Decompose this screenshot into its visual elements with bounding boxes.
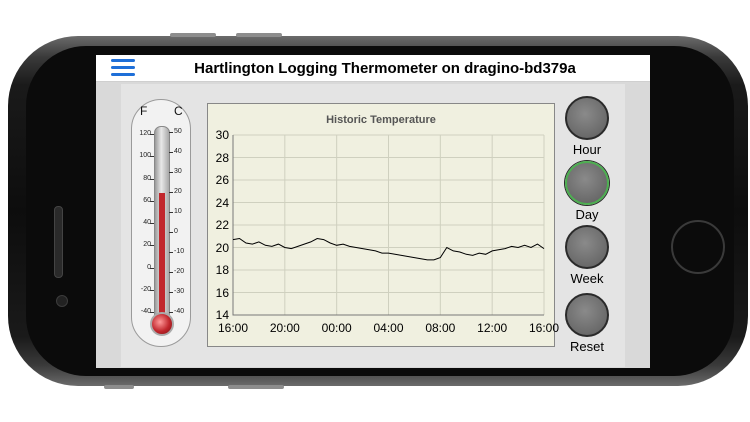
celsius-label: C [174,104,183,118]
thermometer-tube [154,126,170,324]
celsius-tick [169,272,173,273]
fahrenheit-tick-label: 40 [143,219,151,227]
celsius-tick-label: 0 [174,228,178,235]
fahrenheit-tick-label: 120 [139,130,151,138]
y-tick-label: 14 [215,308,229,322]
x-tick-label: 12:00 [477,321,508,335]
x-tick-label: 16:00 [217,321,249,335]
celsius-tick [169,292,173,293]
y-tick-label: 26 [215,173,229,187]
mercury-column [159,193,165,323]
y-tick-label: 18 [215,263,229,277]
phone-side-button [236,33,282,37]
phone-side-button [104,385,134,389]
celsius-tick [169,152,173,153]
x-tick-label: 16:00 [528,321,560,335]
fahrenheit-tick [150,312,154,313]
y-tick-label: 24 [215,195,229,210]
phone-side-button [228,385,284,389]
celsius-tick [169,172,173,173]
fahrenheit-tick-label: 60 [143,196,151,204]
fahrenheit-tick-label: -40 [140,308,151,315]
fahrenheit-tick [150,289,154,291]
x-tick-label: 20:00 [269,321,300,335]
day-button-label[interactable]: Day [553,207,621,222]
celsius-tick-label: 20 [174,188,182,195]
celsius-tick-label: -20 [174,268,185,275]
hour-button[interactable] [565,96,609,140]
celsius-tick [169,312,173,313]
celsius-tick [169,232,173,233]
celsius-tick [169,132,173,133]
main-content: F C 50 40 30 20 10 0 -10 -20 -30 -40 120 100 80 60 40 2… [121,84,625,367]
week-button[interactable] [565,225,609,269]
fahrenheit-tick-label: 80 [143,174,151,182]
fahrenheit-tick [150,245,154,247]
y-tick-label: 16 [215,285,229,300]
reset-button-label[interactable]: Reset [553,339,621,354]
x-tick-label: 04:00 [373,321,404,335]
y-tick-label: 28 [215,150,229,165]
y-tick-label: 20 [215,240,229,255]
x-tick-label: 08:00 [425,321,456,335]
temperature-chart: Historic Temperature 14 16 18 20 22 24 26 28 30 1… [207,103,559,347]
fahrenheit-tick [150,178,154,180]
celsius-tick-label: 10 [174,208,182,215]
fahrenheit-tick-label: 20 [143,241,151,249]
celsius-tick-label: -40 [174,308,185,315]
fahrenheit-label: F [140,104,148,118]
fahrenheit-tick [150,156,154,158]
fahrenheit-tick [150,223,154,225]
phone-side-button [170,33,216,37]
celsius-tick [169,192,173,193]
day-button[interactable] [565,161,609,205]
thermometer-gauge: F C 50 40 30 20 10 0 -10 -20 -30 -40 120 100 80 60 40 2… [131,99,191,347]
celsius-tick [169,252,173,253]
reset-button[interactable] [565,293,609,337]
fahrenheit-tick-label: 0 [133,264,151,271]
hour-button-label[interactable]: Hour [553,142,621,157]
y-tick-label: 22 [215,218,229,232]
celsius-tick-label: -30 [174,288,185,295]
fahrenheit-tick-label: 100 [139,152,151,160]
page-title: Hartlington Logging Thermometer on dragi… [194,60,576,77]
celsius-tick [169,212,173,213]
celsius-tick-label: 50 [174,128,182,135]
hamburger-menu-icon[interactable] [111,59,135,77]
thermometer-bulb [150,312,174,336]
fahrenheit-tick [150,134,154,136]
speaker-grille [54,206,63,278]
front-camera-icon [56,295,68,307]
fahrenheit-tick [150,267,154,269]
fahrenheit-tick [150,200,154,202]
app-screen: Hartlington Logging Thermometer on dragi… [96,55,650,368]
chart-plot-svg [232,134,545,316]
x-tick-label: 00:00 [321,321,352,335]
celsius-tick-label: 40 [174,148,182,155]
celsius-tick-label: 30 [174,168,182,175]
y-tick-label: 30 [215,128,229,142]
week-button-label[interactable]: Week [553,271,621,286]
celsius-tick-label: -10 [174,248,185,255]
home-button[interactable] [671,220,725,274]
title-bar: Hartlington Logging Thermometer on dragi… [96,55,650,82]
fahrenheit-tick-label: -20 [140,285,151,293]
